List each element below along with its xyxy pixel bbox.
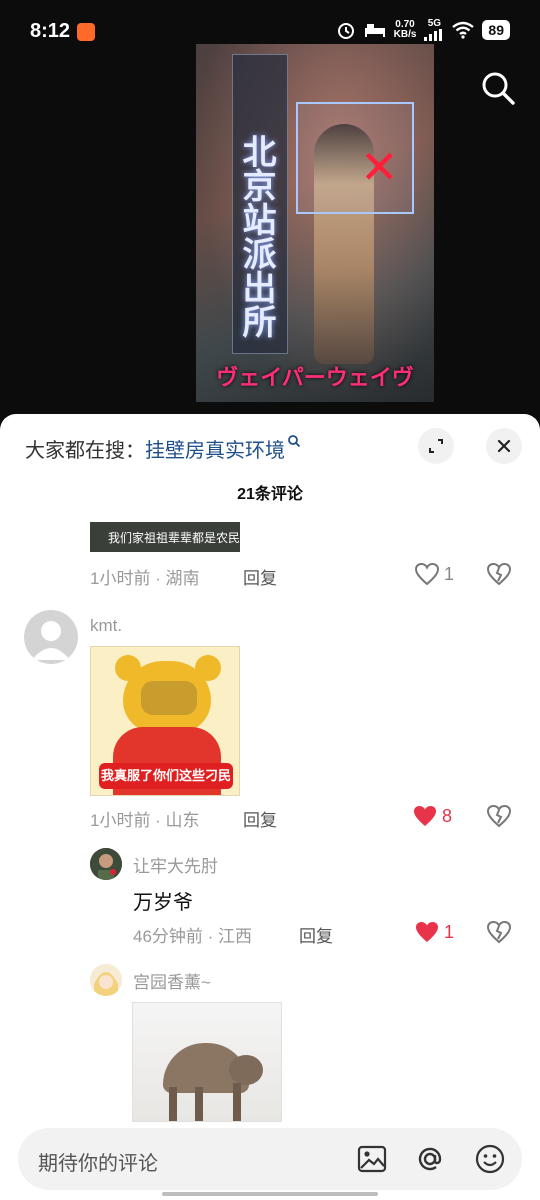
image-icon[interactable]	[356, 1143, 388, 1175]
signal-group: 5G	[424, 18, 444, 41]
wifi-icon	[452, 21, 475, 39]
comment-meta: 46分钟前 · 江西	[133, 927, 253, 946]
bed-icon	[364, 23, 385, 37]
close-icon	[497, 439, 511, 453]
video-caption: ヴェイパーウェイヴ	[216, 365, 414, 390]
emoji-icon[interactable]	[474, 1143, 506, 1175]
hot-search-bar[interactable]: 大家都在搜：挂壁房真实环境	[25, 434, 301, 463]
reply-button[interactable]: 回复	[299, 922, 333, 947]
app-notification-icon	[77, 23, 95, 41]
comment-image[interactable]: 我们家祖祖辈辈都是农民穷怕	[90, 522, 240, 552]
cat-head	[229, 1055, 263, 1085]
reply-button[interactable]: 回复	[243, 806, 277, 831]
sign-text: 北京站派出所	[237, 134, 275, 338]
status-time: 8:12	[30, 20, 71, 42]
mention-icon[interactable]	[414, 1143, 446, 1175]
avatar[interactable]	[90, 848, 122, 880]
network-speed: 0.70 KB/s	[393, 18, 417, 40]
comment-text: 万岁爷	[133, 892, 193, 914]
comment-username[interactable]: kmt.	[90, 616, 122, 636]
comment-username[interactable]: 让牢大先肘	[133, 852, 218, 877]
comment-input-placeholder: 期待你的评论	[38, 1153, 158, 1175]
comment-meta: 1小时前 · 湖南	[90, 569, 200, 588]
hot-search-keyword[interactable]: 挂壁房真实环境	[145, 440, 285, 462]
comment-meta: 1小时前 · 山东	[90, 811, 200, 830]
video-frame[interactable]: 北京站派出所 ✕ ヴェイパーウェイヴ	[196, 44, 434, 402]
like-button[interactable]: 8	[412, 804, 452, 828]
heart-outline-icon	[414, 562, 440, 586]
dislike-icon[interactable]	[486, 920, 512, 944]
avatar[interactable]	[24, 610, 78, 664]
home-indicator[interactable]	[162, 1192, 378, 1196]
avatar[interactable]	[90, 964, 122, 996]
signal-label: 5G	[427, 18, 442, 29]
comment-image[interactable]	[132, 1002, 282, 1122]
hot-search-label: 大家都在搜：	[25, 440, 145, 462]
expand-icon	[429, 439, 443, 453]
like-button[interactable]: 1	[414, 920, 454, 944]
default-avatar-icon	[32, 621, 70, 660]
alarm-icon	[337, 22, 354, 39]
red-x-icon: ✕	[360, 141, 399, 193]
comment-image[interactable]: 我真服了你们这些刁民	[90, 646, 240, 796]
heart-filled-icon	[416, 922, 438, 942]
comment-sheet: 大家都在搜：挂壁房真实环境 21条评论 我们家祖祖辈辈都是农民穷怕 1小时前 ·…	[0, 414, 540, 1200]
like-count: 1	[444, 563, 455, 584]
search-icon[interactable]	[480, 70, 516, 106]
keyword-search-icon	[288, 435, 301, 448]
reply-button[interactable]: 回复	[243, 564, 277, 589]
meme-face	[141, 681, 197, 715]
comment-count: 21条评论	[237, 486, 303, 503]
heart-filled-icon	[414, 806, 436, 826]
like-count: 8	[442, 805, 453, 826]
cat-leg	[169, 1087, 177, 1121]
comment-image-caption: 我真服了你们这些刁民	[99, 763, 233, 789]
dislike-icon[interactable]	[486, 804, 512, 828]
close-button[interactable]	[486, 428, 522, 464]
network-speed-value: 0.70	[395, 18, 415, 30]
expand-button[interactable]	[418, 428, 454, 464]
signal-bars-icon	[424, 29, 443, 41]
cat-leg	[233, 1083, 241, 1121]
comment-input[interactable]: 期待你的评论	[18, 1128, 522, 1190]
like-button[interactable]: 1	[414, 562, 454, 586]
dislike-icon[interactable]	[486, 562, 512, 586]
status-icons: 0.70 KB/s 5G 89	[336, 18, 510, 41]
battery-level: 89	[482, 19, 510, 40]
user-avatar-icon	[90, 848, 122, 880]
comment-username[interactable]: 宫园香薰~	[133, 968, 211, 993]
like-count: 1	[444, 921, 455, 942]
anime-avatar-icon	[90, 964, 122, 996]
network-speed-unit: KB/s	[393, 28, 417, 40]
comment-image-caption: 我们家祖祖辈辈都是农民穷怕	[108, 531, 240, 545]
cat-leg	[195, 1087, 203, 1121]
